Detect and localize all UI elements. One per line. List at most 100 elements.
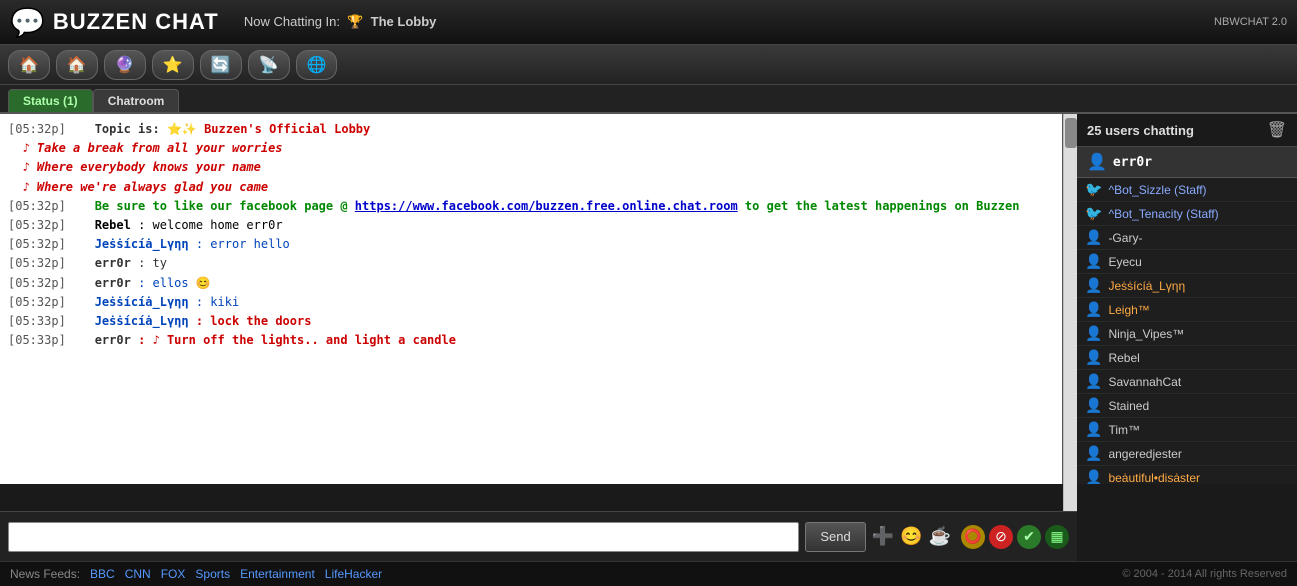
user-name: -Gary- — [1108, 231, 1142, 245]
mug-icon[interactable]: ☕ — [929, 526, 951, 547]
current-user-name: err0r — [1113, 155, 1152, 170]
user-item[interactable]: 👤 Ninja_Vipes™ — [1077, 322, 1297, 346]
logo-text: BUZZEN CHAT — [53, 9, 219, 35]
header: 💬 BUZZEN CHAT Now Chatting In: 🏆 The Lob… — [0, 0, 1297, 45]
user-avatar: 👤 — [1085, 301, 1102, 318]
user-avatar: 👤 — [1085, 421, 1102, 438]
middle-row: [05:32p] Topic is: ⭐✨ Buzzen's Official … — [0, 114, 1297, 561]
nf-bbc[interactable]: BBC — [90, 567, 115, 581]
user-name: Jeṡṡícíȧ_Lүηη — [1108, 279, 1185, 293]
user-name: Leigh™ — [1108, 303, 1149, 317]
newsfeeds-bar: News Feeds: BBC CNN FOX Sports Entertain… — [0, 561, 1297, 586]
send-button[interactable]: Send — [805, 522, 865, 552]
chat-line-song3: ♪ Where we're always glad you came — [8, 178, 1054, 197]
user-name: ^Bot_Sizzle (Staff) — [1108, 183, 1206, 197]
chat-line-rebel: [05:32p] Rebel : welcome home err0r — [8, 216, 1054, 235]
user-avatar: 🐦 — [1085, 181, 1102, 198]
newsfeeds-links: News Feeds: BBC CNN FOX Sports Entertain… — [10, 567, 382, 581]
toolbar-home2[interactable]: 🏠 — [56, 50, 98, 80]
user-item[interactable]: 👤 Jeṡṡícíȧ_Lүηη — [1077, 274, 1297, 298]
user-item[interactable]: 👤 -Gary- — [1077, 226, 1297, 250]
user-avatar: 👤 — [1085, 277, 1102, 294]
toolbar-crystal[interactable]: 🔮 — [104, 50, 146, 80]
user-item[interactable]: 👤 Rebel — [1077, 346, 1297, 370]
logo-icon: 💬 — [10, 6, 45, 39]
add-icon[interactable]: ➕ — [872, 526, 894, 547]
user-item[interactable]: 👤 Leigh™ — [1077, 298, 1297, 322]
user-name: Ninja_Vipes™ — [1108, 327, 1184, 341]
newsfeeds-label: News Feeds: — [10, 567, 80, 581]
version-badge: NBWCHAT 2.0 — [1214, 16, 1287, 28]
user-name: beȧutiful•disȧster — [1108, 471, 1200, 485]
nf-fox[interactable]: FOX — [161, 567, 186, 581]
toolbar: 🏠 🏠 🔮 ⭐ 🔄 📡 🌐 — [0, 45, 1297, 85]
app-layout: 💬 BUZZEN CHAT Now Chatting In: 🏆 The Lob… — [0, 0, 1297, 586]
user-item[interactable]: 👤 beȧutiful•disȧster — [1077, 466, 1297, 484]
chat-area[interactable]: [05:32p] Topic is: ⭐✨ Buzzen's Official … — [0, 114, 1063, 484]
user-avatar: 🐦 — [1085, 205, 1102, 222]
nf-lifehacker[interactable]: LifeHacker — [325, 567, 382, 581]
user-avatar: 👤 — [1085, 397, 1102, 414]
user-item[interactable]: 👤 Eyecu — [1077, 250, 1297, 274]
toolbar-refresh[interactable]: 🔄 — [200, 50, 242, 80]
user-list[interactable]: 🐦 ^Bot_Sizzle (Staff) 🐦 ^Bot_Tenacity (S… — [1077, 178, 1297, 484]
user-count: 25 users chatting — [1087, 123, 1194, 138]
user-item[interactable]: 👤 Stained — [1077, 394, 1297, 418]
facebook-link[interactable]: https://www.facebook.com/buzzen.free.onl… — [355, 199, 738, 213]
chat-input[interactable] — [8, 522, 799, 552]
chatting-in-label: Now Chatting In: 🏆 The Lobby — [237, 14, 437, 30]
tab-bar: Status (1) Chatroom — [0, 85, 1297, 114]
user-avatar: 👤 — [1085, 373, 1102, 390]
chat-line-fb: [05:32p] Be sure to like our facebook pa… — [8, 197, 1054, 216]
right-input-icons: ⭕ ⊘ ✔ ▦ — [961, 525, 1069, 549]
current-user-icon: 👤 — [1087, 152, 1107, 172]
chat-line-song2: ♪ Where everybody knows your name — [8, 158, 1054, 177]
scroll-thumb[interactable] — [1065, 118, 1077, 148]
chat-line-err0r3: [05:33p] err0r : ♪ Turn off the lights..… — [8, 331, 1054, 350]
chat-line-err0r2: [05:32p] err0r : ellos 😊 — [8, 274, 1054, 293]
red-no-btn[interactable]: ⊘ — [989, 525, 1013, 549]
chat-and-scroll: [05:32p] Topic is: ⭐✨ Buzzen's Official … — [0, 114, 1077, 511]
chat-scrollbar[interactable] — [1063, 114, 1077, 511]
green-check-btn[interactable]: ✔ — [1017, 525, 1041, 549]
user-item[interactable]: 🐦 ^Bot_Tenacity (Staff) — [1077, 202, 1297, 226]
user-avatar: 👤 — [1085, 253, 1102, 270]
smiley-icon[interactable]: 😊 — [900, 526, 922, 547]
chat-line-topic: [05:32p] Topic is: ⭐✨ Buzzen's Official … — [8, 120, 1054, 139]
user-avatar: 👤 — [1085, 349, 1102, 366]
user-name: Rebel — [1108, 351, 1139, 365]
toolbar-home1[interactable]: 🏠 — [8, 50, 50, 80]
input-area: Send ➕ 😊 ☕ ⭕ ⊘ ✔ ▦ — [0, 511, 1077, 561]
nf-cnn[interactable]: CNN — [125, 567, 151, 581]
current-user-row: 👤 err0r — [1077, 147, 1297, 178]
chat-line-jessica3: [05:33p] Jeṡṡícíȧ_Lүηη : lock the doors — [8, 312, 1054, 331]
logo-area: 💬 BUZZEN CHAT — [10, 6, 219, 39]
user-panel: 25 users chatting 🗑 👤 err0r 🐦 ^Bot_Sizzl… — [1077, 114, 1297, 484]
user-name: Tim™ — [1108, 423, 1140, 437]
chat-line-jessica1: [05:32p] Jeṡṡícíȧ_Lүηη : error hello — [8, 235, 1054, 254]
user-item[interactable]: 🐦 ^Bot_Sizzle (Staff) — [1077, 178, 1297, 202]
user-name: SavannahCat — [1108, 375, 1181, 389]
tab-status[interactable]: Status (1) — [8, 89, 93, 112]
user-avatar: 👤 — [1085, 445, 1102, 462]
copyright: © 2004 - 2014 All rights Reserved — [1122, 568, 1287, 580]
tab-chatroom[interactable]: Chatroom — [93, 89, 180, 112]
user-item[interactable]: 👤 Tim™ — [1077, 418, 1297, 442]
toolbar-globe[interactable]: 🌐 — [296, 50, 338, 80]
chat-line-song1: ♪ Take a break from all your worries — [8, 139, 1054, 158]
user-name: angeredjester — [1108, 447, 1181, 461]
user-item[interactable]: 👤 SavannahCat — [1077, 370, 1297, 394]
toolbar-signal[interactable]: 📡 — [248, 50, 290, 80]
toolbar-star[interactable]: ⭐ — [152, 50, 194, 80]
user-avatar: 👤 — [1085, 469, 1102, 484]
user-name: ^Bot_Tenacity (Staff) — [1108, 207, 1218, 221]
gold-circle-btn[interactable]: ⭕ — [961, 525, 985, 549]
dark-green-btn[interactable]: ▦ — [1045, 525, 1069, 549]
user-item[interactable]: 👤 angeredjester — [1077, 442, 1297, 466]
chat-line-jessica2: [05:32p] Jeṡṡícíȧ_Lүηη : kiki — [8, 293, 1054, 312]
left-panel: [05:32p] Topic is: ⭐✨ Buzzen's Official … — [0, 114, 1077, 561]
user-name: Eyecu — [1108, 255, 1141, 269]
nf-sports[interactable]: Sports — [195, 567, 230, 581]
trash-icon[interactable]: 🗑 — [1267, 120, 1287, 140]
nf-entertainment[interactable]: Entertainment — [240, 567, 315, 581]
